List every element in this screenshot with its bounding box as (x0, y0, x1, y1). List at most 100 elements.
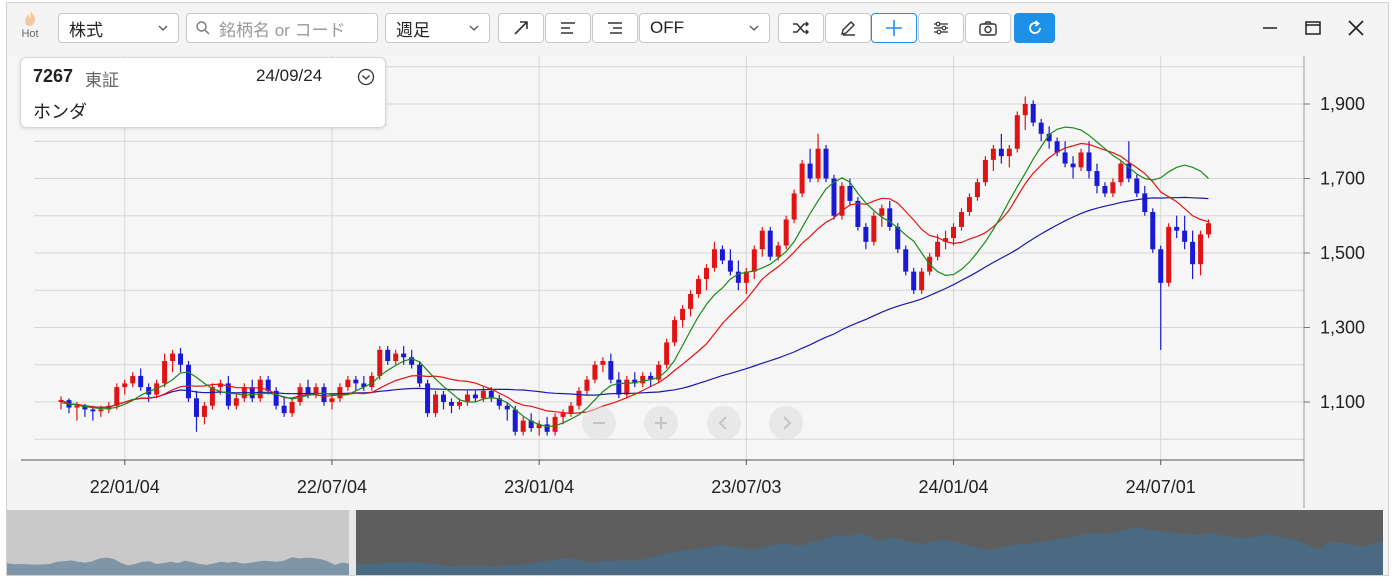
candle-body (1022, 104, 1028, 116)
candle-body (1142, 193, 1148, 213)
candle-body (616, 379, 622, 395)
candle-body (1094, 171, 1100, 186)
candle-body (122, 383, 128, 388)
zoom-out-button[interactable] (582, 406, 616, 440)
candle-body (799, 163, 805, 194)
candle-body (703, 267, 709, 280)
y-tick-label: 1,500 (1320, 243, 1365, 263)
plus-icon (655, 417, 667, 429)
candle-body (592, 364, 598, 380)
candle-body (353, 379, 359, 384)
candle-body (1134, 178, 1140, 194)
candle-body (680, 308, 686, 321)
candle-body (1086, 152, 1092, 172)
candle-body (393, 353, 399, 362)
candle-body (672, 320, 678, 343)
candle-body (401, 353, 407, 358)
candle-body (935, 241, 941, 257)
scroll-left-button[interactable] (707, 406, 741, 440)
candle-body (1118, 163, 1124, 183)
navigator[interactable] (7, 510, 1383, 575)
candle-body (568, 405, 574, 414)
candle-body (472, 394, 478, 399)
candle-body (464, 394, 470, 402)
candle-body (855, 200, 861, 227)
candle-body (775, 245, 781, 257)
candle-body (257, 379, 263, 399)
candle-body (600, 361, 606, 365)
candle-body (903, 249, 909, 272)
x-tick-label: 24/01/04 (918, 477, 988, 497)
candle-body (201, 405, 207, 417)
navigator-handle[interactable] (349, 510, 356, 575)
candle-body (289, 402, 295, 414)
candle-body (879, 208, 885, 216)
candle-body (624, 379, 630, 395)
candle-body (560, 413, 566, 417)
candle-body (441, 394, 447, 402)
candle-body (456, 402, 462, 406)
candle-body (130, 375, 136, 384)
y-tick-label: 1,700 (1320, 169, 1365, 189)
candle-body (1198, 234, 1204, 265)
candle-body (90, 409, 96, 412)
expand-icon[interactable] (357, 68, 375, 86)
candle-body (951, 226, 957, 239)
candle-body (1102, 185, 1108, 194)
candle-body (193, 398, 199, 417)
candle-body (863, 226, 869, 242)
stock-market: 東証 (85, 71, 119, 90)
candle-body (1006, 148, 1012, 157)
zoom-in-button[interactable] (644, 406, 678, 440)
candle-body (1078, 152, 1084, 168)
candle-body (966, 197, 972, 213)
candle-body (1190, 241, 1196, 265)
candle-body (1038, 122, 1044, 134)
candle-body (711, 249, 717, 268)
stock-code: 7267 (33, 66, 74, 86)
candle-body (1182, 230, 1188, 242)
x-tick-label: 23/07/03 (711, 477, 781, 497)
chevron-right-icon (783, 416, 792, 430)
x-tick-label: 22/07/04 (297, 477, 367, 497)
candle-body (377, 349, 383, 376)
candle-body (1174, 226, 1180, 231)
scroll-right-button[interactable] (769, 406, 803, 440)
candle-body (552, 416, 558, 432)
candle-body (1070, 163, 1076, 168)
y-tick-label: 1,900 (1320, 94, 1365, 114)
candle-body (138, 375, 144, 388)
minus-icon (593, 422, 605, 424)
candle-body (990, 148, 996, 160)
candle-body (433, 394, 439, 414)
candle-body (974, 182, 980, 198)
candle-body (751, 249, 757, 272)
candle-body (186, 364, 192, 399)
candle-body (162, 361, 168, 384)
candle-body (895, 226, 901, 250)
candle-body (544, 424, 550, 432)
candle-body (688, 293, 694, 309)
candle-body (584, 379, 590, 391)
candle-body (640, 375, 646, 384)
candle-body (425, 383, 431, 414)
candle-body (281, 405, 287, 414)
candle-body (958, 212, 964, 227)
candle-body (919, 271, 925, 291)
candle-body (520, 420, 526, 432)
candle-body (847, 185, 853, 201)
stock-info-card: 7267 東証 24/09/24 ホンダ (20, 57, 386, 128)
candle-body (998, 148, 1004, 157)
candle-body (759, 230, 765, 250)
candle-body (608, 361, 614, 380)
candle-body (871, 215, 877, 242)
candle-body (719, 249, 725, 261)
candle-body (297, 387, 303, 402)
candle-body (783, 219, 789, 246)
candle-body (385, 349, 391, 362)
candle-body (791, 193, 797, 220)
candle-body (1166, 226, 1172, 283)
chevron-left-icon (718, 416, 727, 430)
candle-body (504, 405, 510, 410)
candle-body (74, 405, 80, 408)
